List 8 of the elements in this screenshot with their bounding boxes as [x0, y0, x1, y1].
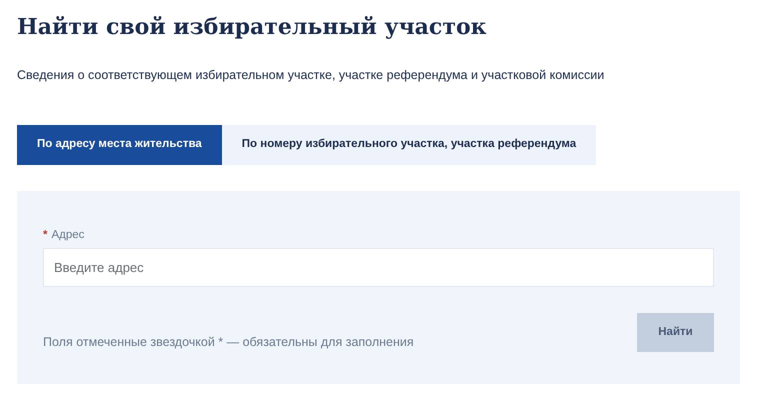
- tab[interactable]: По номеру избирательного участка, участка референдума: [222, 124, 596, 165]
- field-label: Адрес: [51, 228, 84, 243]
- required-note: Поля отмеченные звездочкой * — обязательны для заполнения: [43, 334, 414, 352]
- page-title: Найти свой избирательный участок: [17, 13, 488, 42]
- address-field[interactable]: Введите адрес: [43, 248, 714, 287]
- tab[interactable]: По адресу места жительства: [17, 124, 222, 165]
- required-mark: *: [43, 228, 48, 243]
- page-subtitle: Сведения о соответствующем избирательном участке, участке референдума и участковой комиссии: [17, 67, 606, 84]
